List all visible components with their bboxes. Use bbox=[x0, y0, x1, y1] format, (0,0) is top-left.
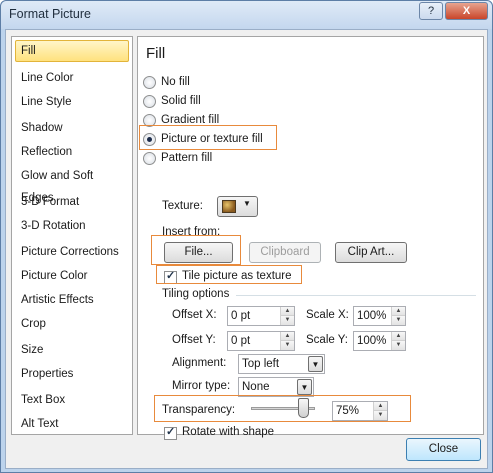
sidebar-item-picture-corrections[interactable]: Picture Corrections bbox=[15, 241, 129, 263]
sidebar-item-size[interactable]: Size bbox=[15, 339, 129, 361]
clip-art-button[interactable]: Clip Art... bbox=[335, 242, 407, 263]
dialog-body: Fill Line Color Line Style Shadow Reflec… bbox=[5, 29, 488, 469]
increment-icon[interactable]: ▲ bbox=[374, 402, 387, 411]
alignment-label: Alignment: bbox=[172, 357, 227, 369]
offset-x-value: 0 pt bbox=[231, 310, 251, 322]
increment-icon[interactable]: ▲ bbox=[392, 307, 405, 316]
rotate-with-shape-checkbox[interactable] bbox=[164, 425, 177, 440]
texture-swatch-icon bbox=[222, 200, 236, 213]
sidebar-item-artistic-effects[interactable]: Artistic Effects bbox=[15, 289, 129, 311]
scale-x-label: Scale X: bbox=[306, 309, 349, 321]
sidebar-item-reflection[interactable]: Reflection bbox=[15, 141, 129, 163]
sidebar-item-text-box[interactable]: Text Box bbox=[15, 389, 129, 411]
offset-x-label: Offset X: bbox=[172, 309, 217, 321]
mirror-type-value: None bbox=[242, 381, 270, 393]
scale-y-stepper[interactable]: 100% ▲ ▼ bbox=[353, 331, 406, 351]
no-fill-radio[interactable] bbox=[143, 76, 156, 89]
decrement-icon[interactable]: ▼ bbox=[392, 316, 405, 325]
no-fill-label: No fill bbox=[161, 76, 190, 88]
scale-x-stepper[interactable]: 100% ▲ ▼ bbox=[353, 306, 406, 326]
picture-texture-fill-radio[interactable] bbox=[143, 133, 156, 146]
offset-y-value: 0 pt bbox=[231, 335, 251, 347]
scale-y-label: Scale Y: bbox=[306, 334, 348, 346]
mirror-type-dropdown[interactable]: None ▼ bbox=[238, 377, 314, 397]
title-bar: Format Picture ? X bbox=[1, 1, 492, 29]
transparency-label: Transparency: bbox=[162, 404, 236, 416]
sidebar-item-3d-rotation[interactable]: 3-D Rotation bbox=[15, 215, 129, 237]
sidebar-item-3d-format[interactable]: 3-D Format bbox=[15, 191, 129, 213]
format-picture-dialog: Format Picture ? X Fill Line Color Line … bbox=[0, 0, 493, 473]
sidebar-item-shadow[interactable]: Shadow bbox=[15, 117, 129, 139]
pattern-fill-label: Pattern fill bbox=[161, 152, 213, 164]
decrement-icon[interactable]: ▼ bbox=[374, 411, 387, 420]
scale-y-value: 100% bbox=[357, 335, 387, 347]
texture-picker[interactable]: ▼ bbox=[217, 196, 258, 217]
alignment-dropdown[interactable]: Top left ▼ bbox=[238, 354, 325, 374]
sidebar-item-crop[interactable]: Crop bbox=[15, 313, 129, 335]
alignment-value: Top left bbox=[242, 358, 280, 370]
offset-x-stepper[interactable]: 0 pt ▲ ▼ bbox=[227, 306, 295, 326]
panel-heading: Fill bbox=[146, 45, 166, 62]
sidebar-item-line-color[interactable]: Line Color bbox=[15, 67, 129, 89]
tile-picture-checkbox[interactable] bbox=[164, 269, 177, 284]
chevron-down-icon[interactable]: ▼ bbox=[308, 356, 323, 372]
solid-fill-label: Solid fill bbox=[161, 95, 201, 107]
tiling-options-label: Tiling options bbox=[162, 288, 230, 300]
close-button[interactable]: Close bbox=[406, 438, 481, 461]
offset-y-stepper[interactable]: 0 pt ▲ ▼ bbox=[227, 331, 295, 351]
transparency-value: 75% bbox=[336, 405, 360, 417]
gradient-fill-label: Gradient fill bbox=[161, 114, 220, 126]
sidebar-item-alt-text[interactable]: Alt Text bbox=[15, 413, 129, 435]
picture-texture-fill-label: Picture or texture fill bbox=[161, 133, 263, 145]
rotate-with-shape-label: Rotate with shape bbox=[182, 426, 275, 438]
dialog-title: Format Picture bbox=[9, 7, 91, 21]
sidebar-item-glow-soft-edges[interactable]: Glow and Soft Edges bbox=[15, 165, 129, 204]
increment-icon[interactable]: ▲ bbox=[392, 332, 405, 341]
fill-panel: Fill No fill Solid fill Gradient fill Pi… bbox=[137, 36, 484, 440]
transparency-slider-thumb[interactable] bbox=[297, 398, 309, 418]
solid-fill-radio[interactable] bbox=[143, 95, 156, 108]
sidebar-item-fill[interactable]: Fill bbox=[15, 40, 129, 62]
file-button[interactable]: File... bbox=[164, 242, 233, 263]
mirror-type-label: Mirror type: bbox=[172, 380, 231, 392]
help-button[interactable]: ? bbox=[419, 2, 443, 20]
sidebar-item-properties[interactable]: Properties bbox=[15, 363, 129, 385]
sidebar-item-line-style[interactable]: Line Style bbox=[15, 91, 129, 113]
tile-picture-label: Tile picture as texture bbox=[182, 270, 292, 282]
tiling-options-separator bbox=[236, 295, 476, 296]
texture-label: Texture: bbox=[162, 200, 203, 212]
category-list: Fill Line Color Line Style Shadow Reflec… bbox=[11, 36, 133, 435]
decrement-icon[interactable]: ▼ bbox=[281, 341, 294, 350]
chevron-down-icon: ▼ bbox=[243, 199, 251, 208]
sidebar-item-picture-color[interactable]: Picture Color bbox=[15, 265, 129, 287]
decrement-icon[interactable]: ▼ bbox=[392, 341, 405, 350]
chevron-down-icon[interactable]: ▼ bbox=[297, 379, 312, 395]
offset-y-label: Offset Y: bbox=[172, 334, 216, 346]
insert-from-label: Insert from: bbox=[162, 226, 221, 238]
increment-icon[interactable]: ▲ bbox=[281, 332, 294, 341]
increment-icon[interactable]: ▲ bbox=[281, 307, 294, 316]
decrement-icon[interactable]: ▼ bbox=[281, 316, 294, 325]
close-window-button[interactable]: X bbox=[445, 2, 488, 20]
clipboard-button[interactable]: Clipboard bbox=[249, 242, 321, 263]
gradient-fill-radio[interactable] bbox=[143, 114, 156, 127]
pattern-fill-radio[interactable] bbox=[143, 152, 156, 165]
scale-x-value: 100% bbox=[357, 310, 387, 322]
transparency-stepper[interactable]: 75% ▲ ▼ bbox=[332, 401, 388, 421]
